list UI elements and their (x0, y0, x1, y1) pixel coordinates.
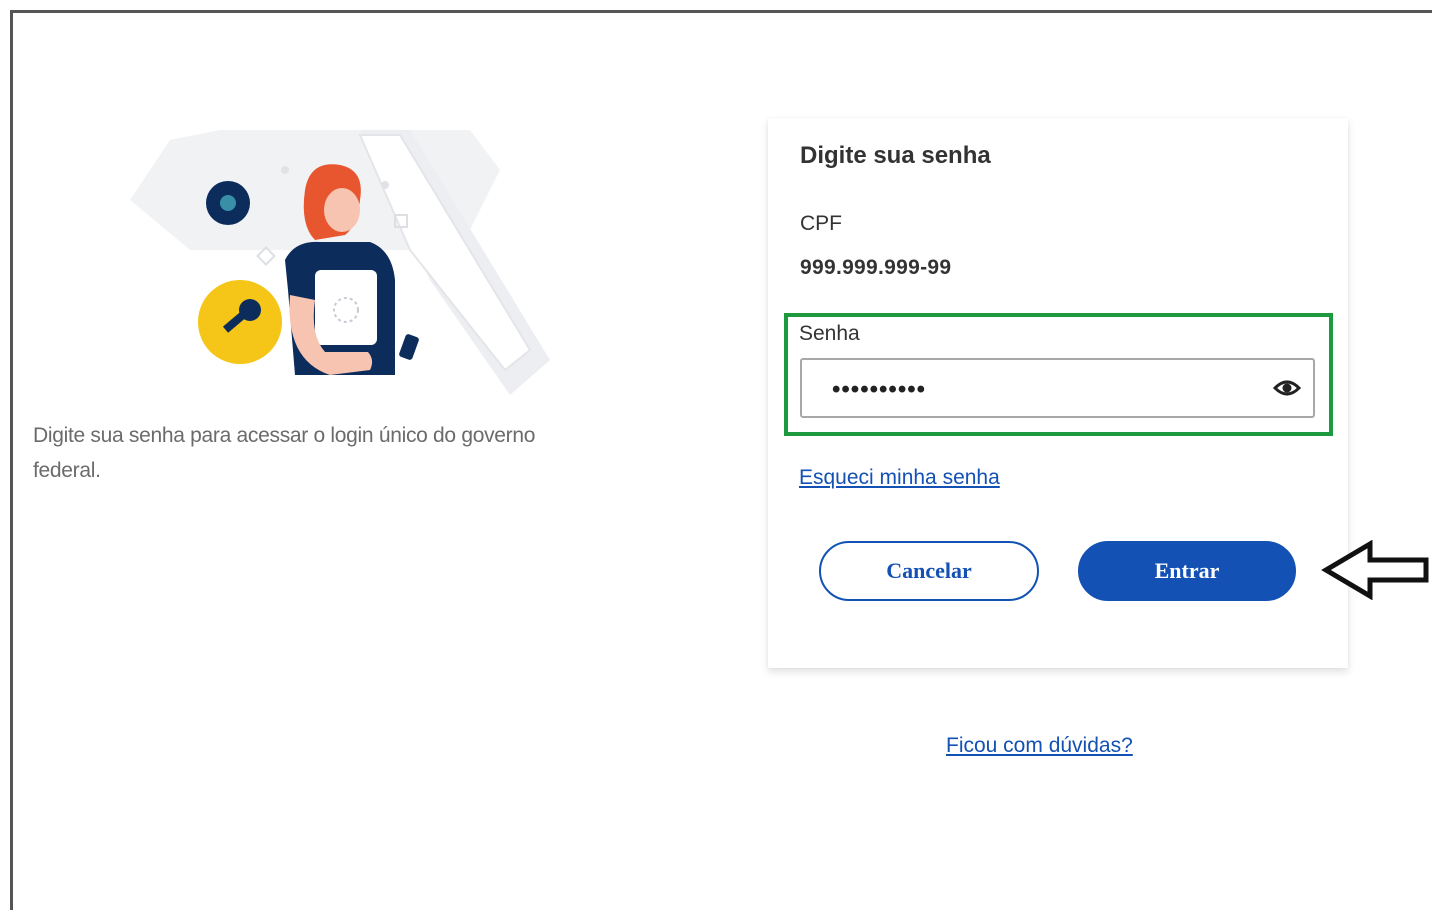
card-title: Digite sua senha (800, 142, 991, 169)
password-value: •••••••••• (832, 376, 927, 403)
password-label: Senha (799, 322, 860, 345)
eye-icon[interactable] (1273, 378, 1301, 398)
login-illustration (130, 130, 550, 395)
forgot-password-link[interactable]: Esqueci minha senha (799, 466, 1000, 490)
help-link[interactable]: Ficou com dúvidas? (946, 734, 1133, 758)
enter-button[interactable]: Entrar (1078, 541, 1296, 601)
cpf-label: CPF (800, 212, 842, 235)
cancel-button[interactable]: Cancelar (819, 541, 1039, 601)
lock-icon (206, 181, 250, 225)
key-icon (198, 280, 282, 364)
intro-text: Digite sua senha para acessar o login ún… (33, 424, 536, 482)
cpf-value: 999.999.999-99 (800, 256, 952, 279)
password-input[interactable]: •••••••••• (800, 358, 1315, 418)
arrow-left-icon (1321, 540, 1429, 600)
